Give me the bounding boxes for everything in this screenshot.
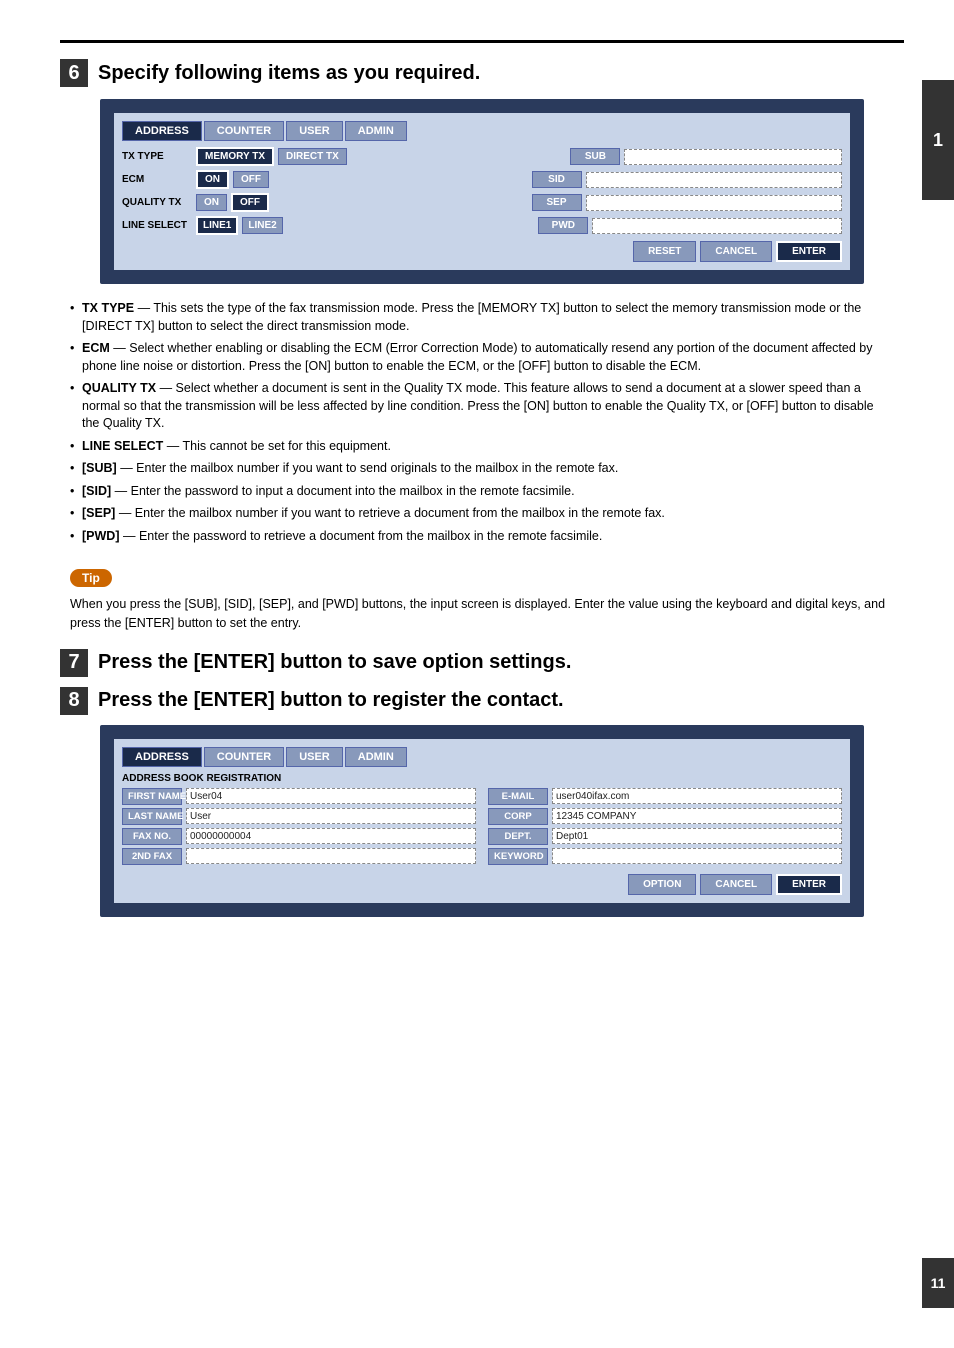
quality-on-btn[interactable]: ON (196, 194, 227, 211)
bullet-tx-type: TX TYPE — This sets the type of the fax … (70, 300, 894, 335)
ecm-off-btn[interactable]: OFF (233, 171, 269, 188)
memory-tx-btn[interactable]: MEMORY TX (196, 147, 274, 166)
dept-input[interactable] (552, 828, 842, 844)
faxno-label: FAX NO. (122, 828, 182, 845)
lastname-row: LAST NAME (122, 808, 476, 825)
sub-field[interactable] (624, 149, 842, 165)
bullet-ecm: ECM — Select whether enabling or disabli… (70, 340, 894, 375)
tab8-counter[interactable]: COUNTER (204, 747, 284, 767)
email-row: E-MAIL (488, 788, 842, 805)
direct-tx-btn[interactable]: DIRECT TX (278, 148, 347, 165)
faxno-row: FAX NO. (122, 828, 476, 845)
keyword-input[interactable] (552, 848, 842, 864)
email-label: E-MAIL (488, 788, 548, 805)
tip-text: When you press the [SUB], [SID], [SEP], … (70, 595, 894, 633)
pwd-field[interactable] (592, 218, 842, 234)
2ndfax-label: 2ND FAX (122, 848, 182, 865)
quality-off-btn[interactable]: OFF (231, 193, 269, 212)
ecm-on-btn[interactable]: ON (196, 170, 229, 189)
dept-label: DEPT. (488, 828, 548, 845)
2ndfax-row: 2ND FAX (122, 848, 476, 865)
dept-row: DEPT. (488, 828, 842, 845)
bullet-quality-tx: QUALITY TX — Select whether a document i… (70, 380, 894, 433)
pwd-btn[interactable]: PWD (538, 217, 588, 234)
tab-admin[interactable]: ADMIN (345, 121, 407, 141)
firstname-input[interactable] (186, 788, 476, 804)
faxno-input[interactable] (186, 828, 476, 844)
firstname-row: FIRST NAME (122, 788, 476, 805)
sid-btn[interactable]: SID (532, 171, 582, 188)
addr-book-title: ADDRESS BOOK REGISTRATION (122, 773, 842, 784)
screen8-mockup: ADDRESS COUNTER USER ADMIN ADDRESS BOOK … (100, 725, 864, 917)
lastname-label: LAST NAME (122, 808, 182, 825)
screen8-action-btns: OPTION CANCEL ENTER (122, 874, 842, 895)
step7-title: Press the [ENTER] button to save option … (98, 651, 571, 674)
ecm-label: ECM (122, 174, 192, 185)
cancel8-btn[interactable]: CANCEL (700, 874, 772, 895)
corp-label: CORP (488, 808, 548, 825)
quality-tx-label: QUALITY TX (122, 197, 192, 208)
2ndfax-input[interactable] (186, 848, 476, 864)
step6-title: Specify following items as you required. (98, 62, 480, 85)
screen8-inner: ADDRESS COUNTER USER ADMIN ADDRESS BOOK … (114, 739, 850, 903)
page-number-tab: 11 (922, 1258, 954, 1308)
screen8-tabs: ADDRESS COUNTER USER ADMIN (122, 747, 842, 767)
sid-field[interactable] (586, 172, 843, 188)
step8-heading: 8 Press the [ENTER] button to register t… (60, 687, 904, 715)
quality-tx-row: QUALITY TX ON OFF SEP (122, 193, 842, 212)
keyword-label: KEYWORD (488, 848, 548, 865)
lastname-input[interactable] (186, 808, 476, 824)
bullet-sep: [SEP] — Enter the mailbox number if you … (70, 505, 894, 523)
tab-counter[interactable]: COUNTER (204, 121, 284, 141)
enter8-btn[interactable]: ENTER (776, 874, 842, 895)
bullet-sub: [SUB] — Enter the mailbox number if you … (70, 460, 894, 478)
tab8-admin[interactable]: ADMIN (345, 747, 407, 767)
step6-number: 6 (60, 59, 88, 87)
step6-bullets: TX TYPE — This sets the type of the fax … (70, 300, 894, 545)
step6-heading: 6 Specify following items as you require… (60, 59, 904, 87)
bullet-pwd: [PWD] — Enter the password to retrieve a… (70, 528, 894, 546)
tab8-user[interactable]: USER (286, 747, 343, 767)
step8-number: 8 (60, 687, 88, 715)
enter-btn[interactable]: ENTER (776, 241, 842, 262)
corp-input[interactable] (552, 808, 842, 824)
keyword-row: KEYWORD (488, 848, 842, 865)
step8-title: Press the [ENTER] button to register the… (98, 689, 564, 712)
bullet-sid: [SID] — Enter the password to input a do… (70, 483, 894, 501)
sep-field[interactable] (586, 195, 843, 211)
line1-btn[interactable]: LINE1 (196, 216, 238, 235)
tx-type-row: TX TYPE MEMORY TX DIRECT TX SUB (122, 147, 842, 166)
tab8-address[interactable]: ADDRESS (122, 747, 202, 767)
screen6-inner: ADDRESS COUNTER USER ADMIN TX TYPE MEMOR… (114, 113, 850, 270)
line2-btn[interactable]: LINE2 (242, 217, 282, 234)
option-btn[interactable]: OPTION (628, 874, 696, 895)
line-select-label: LINE SELECT (122, 220, 192, 231)
tab-user[interactable]: USER (286, 121, 343, 141)
step7-heading: 7 Press the [ENTER] button to save optio… (60, 649, 904, 677)
tx-type-label: TX TYPE (122, 151, 192, 162)
bullet-line-select: LINE SELECT — This cannot be set for thi… (70, 438, 894, 456)
screen6-mockup: ADDRESS COUNTER USER ADMIN TX TYPE MEMOR… (100, 99, 864, 284)
step7-number: 7 (60, 649, 88, 677)
page-number: 11 (931, 1275, 946, 1291)
cancel-btn[interactable]: CANCEL (700, 241, 772, 262)
screen6-action-btns: RESET CANCEL ENTER (122, 241, 842, 262)
firstname-label: FIRST NAME (122, 788, 182, 805)
corp-row: CORP (488, 808, 842, 825)
line-select-row: LINE SELECT LINE1 LINE2 PWD (122, 216, 842, 235)
email-input[interactable] (552, 788, 842, 804)
sub-btn[interactable]: SUB (570, 148, 620, 165)
sep-btn[interactable]: SEP (532, 194, 582, 211)
reset-btn[interactable]: RESET (633, 241, 696, 262)
ecm-row: ECM ON OFF SID (122, 170, 842, 189)
screen6-tabs: ADDRESS COUNTER USER ADMIN (122, 121, 842, 141)
tab-address[interactable]: ADDRESS (122, 121, 202, 141)
tip-label: Tip (70, 569, 112, 587)
